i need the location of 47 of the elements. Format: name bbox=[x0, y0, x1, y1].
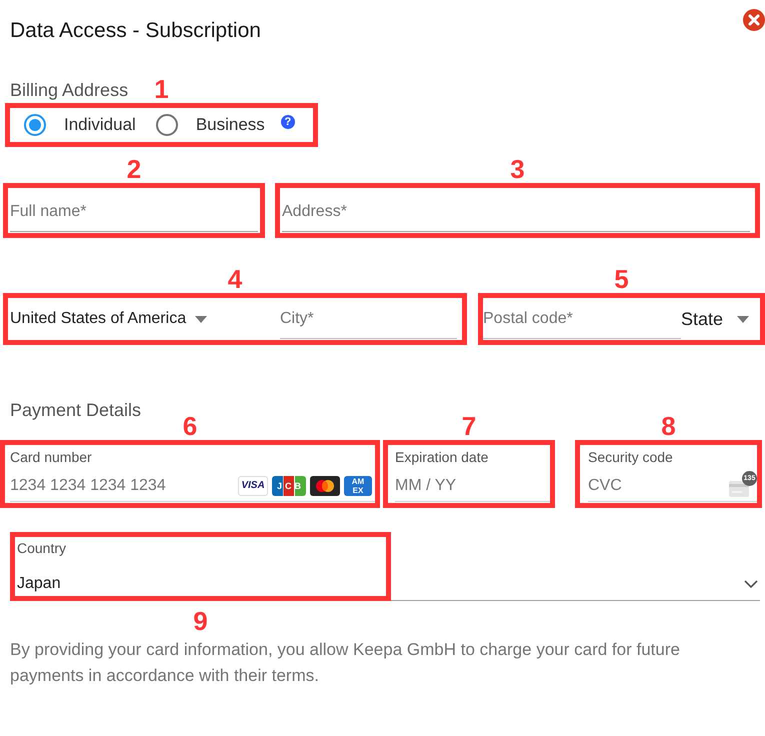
card-logo: JCB bbox=[272, 476, 306, 496]
section-heading: Billing Address bbox=[10, 79, 128, 101]
field-label: Card number bbox=[10, 449, 92, 466]
radio-icon[interactable] bbox=[24, 114, 46, 136]
annotation-number: 4 bbox=[228, 267, 242, 291]
card-logo: VISA bbox=[238, 476, 268, 496]
annotation-number: 6 bbox=[182, 414, 198, 438]
text-field[interactable]: Address* bbox=[282, 193, 750, 232]
field-label: Expiration date bbox=[395, 449, 488, 466]
dialog-title: Data Access - Subscription bbox=[10, 18, 261, 44]
field-label: Country bbox=[17, 540, 66, 557]
chevron-down-icon bbox=[744, 580, 758, 588]
text-field[interactable]: City* bbox=[280, 299, 457, 339]
close-icon[interactable] bbox=[743, 9, 765, 31]
annotation-number: 1 bbox=[154, 77, 169, 101]
text-field[interactable]: Postal code* bbox=[483, 299, 681, 339]
radio-option[interactable]: Business bbox=[156, 114, 265, 136]
card-back-icon bbox=[729, 481, 749, 497]
annotation-number: 7 bbox=[462, 414, 476, 438]
text-input[interactable]: City* bbox=[280, 310, 457, 328]
card-number-input[interactable]: 1234 1234 1234 1234 bbox=[10, 477, 238, 495]
expiration-date-field[interactable]: MM / YY bbox=[395, 471, 550, 502]
annotation-number: 8 bbox=[661, 414, 676, 438]
expiration-date-input[interactable]: MM / YY bbox=[395, 477, 550, 495]
caret-icon bbox=[195, 316, 208, 322]
dropdown[interactable]: State bbox=[680, 309, 749, 329]
section-heading: Payment Details bbox=[10, 399, 142, 421]
disclaimer-text: By providing your card information, you allow Keepa GmbH to charge your card for future payments in accordance with their terms. bbox=[10, 639, 681, 687]
field-label: Security code bbox=[588, 449, 673, 466]
annotation-number: 3 bbox=[510, 157, 525, 181]
card-logo: AMEX bbox=[344, 476, 372, 496]
text-input[interactable]: Address* bbox=[282, 203, 750, 221]
text-input[interactable]: Postal code* bbox=[483, 310, 681, 328]
country-dropdown[interactable]: Japan bbox=[10, 557, 760, 601]
text-field[interactable]: Full name* bbox=[10, 193, 258, 232]
dropdown[interactable]: United States of America bbox=[10, 309, 280, 329]
text-input[interactable]: Full name* bbox=[10, 203, 258, 221]
radio-icon[interactable] bbox=[156, 114, 178, 136]
radio-option[interactable]: Individual bbox=[24, 114, 136, 136]
two-circles-icon bbox=[310, 476, 340, 496]
card-number-field[interactable]: 1234 1234 1234 1234 VISA JCB AMEX bbox=[10, 471, 375, 502]
annotation-number: 9 bbox=[193, 609, 208, 633]
annotation-number: 2 bbox=[126, 157, 142, 181]
security-code-input[interactable]: CVC bbox=[588, 477, 729, 495]
caret-icon bbox=[737, 316, 749, 322]
help-icon[interactable]: ? bbox=[280, 115, 295, 129]
annotation-number: 5 bbox=[614, 267, 629, 291]
